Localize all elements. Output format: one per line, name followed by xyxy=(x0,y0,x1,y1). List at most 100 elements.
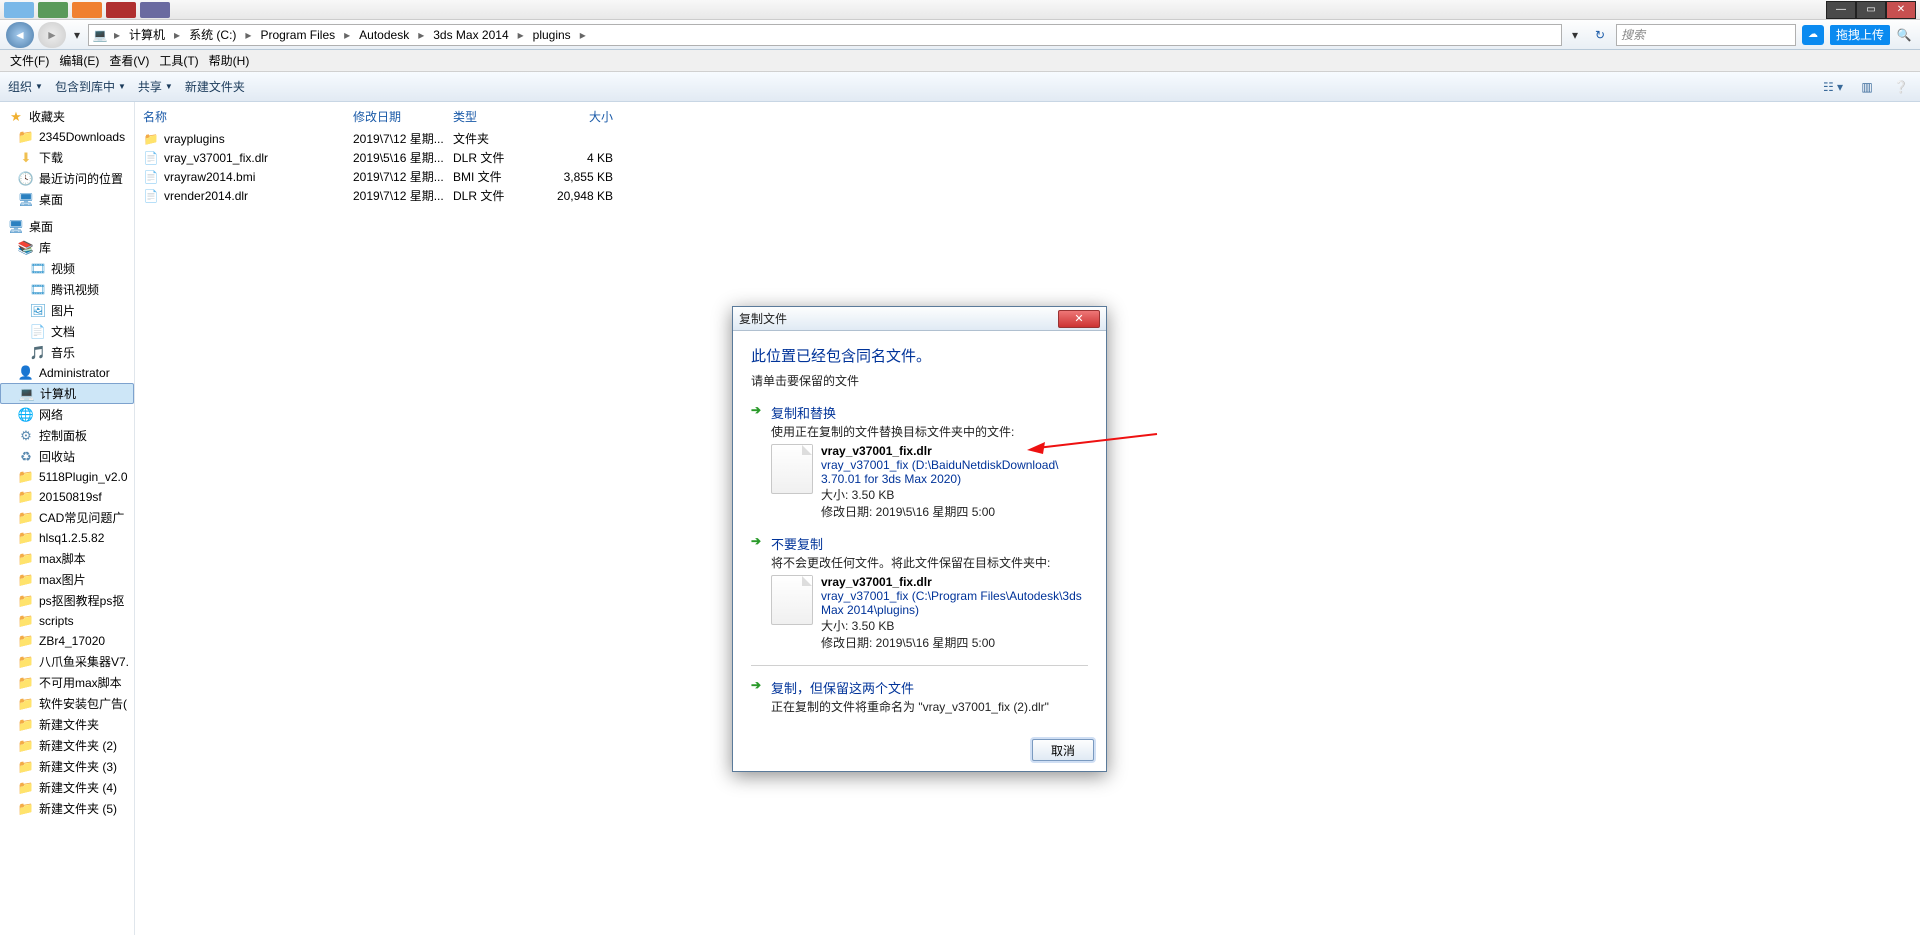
breadcrumb-separator-icon[interactable]: ▸ xyxy=(577,28,589,42)
close-button[interactable]: ✕ xyxy=(1886,1,1916,19)
taskbar-icon[interactable] xyxy=(140,2,170,18)
taskbar-icon[interactable] xyxy=(106,2,136,18)
back-button[interactable]: ◄ xyxy=(6,22,34,48)
breadcrumb-segment[interactable]: plugins xyxy=(527,25,577,45)
sidebar-item[interactable]: 新建文件夹 (2) xyxy=(0,735,134,756)
menu-file[interactable]: 文件(F) xyxy=(6,50,53,71)
breadcrumb-separator-icon[interactable]: ▸ xyxy=(242,28,254,42)
dialog-option-dont-copy[interactable]: ➔ 不要复制 将不会更改任何文件。将此文件保留在目标文件夹中: vray_v37… xyxy=(751,534,1088,651)
minimize-button[interactable]: — xyxy=(1826,1,1856,19)
sidebar-item[interactable]: ZBr4_17020 xyxy=(0,631,134,651)
dialog-titlebar[interactable]: 复制文件 ✕ xyxy=(733,307,1106,331)
sidebar-item[interactable]: 🖼图片 xyxy=(0,300,134,321)
breadcrumb-segment[interactable]: Program Files xyxy=(254,25,341,45)
breadcrumb-separator-icon[interactable]: ▸ xyxy=(171,28,183,42)
menu-help[interactable]: 帮助(H) xyxy=(205,50,254,71)
breadcrumb-separator-icon[interactable]: ▸ xyxy=(515,28,527,42)
sidebar-item[interactable]: 📄文档 xyxy=(0,321,134,342)
tool-organize[interactable]: 组织▼ xyxy=(8,78,43,95)
address-bar[interactable]: 💻 ▸ 计算机 ▸ 系统 (C:) ▸ Program Files ▸ Auto… xyxy=(88,24,1562,46)
menu-tools[interactable]: 工具(T) xyxy=(155,50,202,71)
sidebar-item[interactable]: 新建文件夹 (3) xyxy=(0,756,134,777)
forward-button[interactable]: ► xyxy=(38,22,66,48)
sidebar-network[interactable]: 网络 xyxy=(0,404,134,425)
tool-share[interactable]: 共享▼ xyxy=(138,78,173,95)
dialog-close-button[interactable]: ✕ xyxy=(1058,310,1100,328)
sidebar-favorites[interactable]: 收藏夹 xyxy=(0,106,134,127)
breadcrumb-segment[interactable]: 系统 (C:) xyxy=(183,25,242,45)
sidebar-item[interactable]: 20150819sf xyxy=(0,487,134,507)
tool-include-library[interactable]: 包含到库中▼ xyxy=(55,78,126,95)
sidebar-item[interactable]: CAD常见问题广 xyxy=(0,507,134,528)
search-input[interactable]: 搜索 xyxy=(1616,24,1796,46)
sidebar-recycle[interactable]: 回收站 xyxy=(0,446,134,467)
column-size[interactable]: 大小 xyxy=(543,108,613,125)
menu-view[interactable]: 查看(V) xyxy=(105,50,153,71)
search-placeholder: 搜索 xyxy=(1617,26,1649,43)
view-mode-icon[interactable]: ☷ ▾ xyxy=(1822,76,1844,98)
preview-pane-icon[interactable]: ▥ xyxy=(1856,76,1878,98)
download-icon xyxy=(18,150,34,166)
sidebar-libraries[interactable]: 库 xyxy=(0,237,134,258)
breadcrumb-separator-icon[interactable]: ▸ xyxy=(415,28,427,42)
sidebar-item[interactable]: 5118Plugin_v2.0 xyxy=(0,467,134,487)
sidebar-item[interactable]: 软件安装包广告( xyxy=(0,693,134,714)
breadcrumb-segment[interactable]: Autodesk xyxy=(353,25,415,45)
breadcrumb-segment[interactable]: 计算机 xyxy=(123,25,171,45)
cloud-icon[interactable]: ☁ xyxy=(1802,25,1824,45)
help-icon[interactable]: ❔ xyxy=(1890,76,1912,98)
sidebar-desktop[interactable]: 桌面 xyxy=(0,216,134,237)
folder-icon xyxy=(18,759,34,775)
column-name[interactable]: 名称 xyxy=(143,108,353,125)
sidebar-item[interactable]: 最近访问的位置 xyxy=(0,168,134,189)
refresh-button[interactable]: ↻ xyxy=(1588,28,1612,42)
maximize-button[interactable]: ▭ xyxy=(1856,1,1886,19)
sidebar-control-panel[interactable]: 控制面板 xyxy=(0,425,134,446)
upload-button[interactable]: 拖拽上传 xyxy=(1830,25,1890,45)
breadcrumb-separator-icon[interactable]: ▸ xyxy=(341,28,353,42)
sidebar-item[interactable]: max图片 xyxy=(0,569,134,590)
breadcrumb-separator-icon[interactable]: ▸ xyxy=(111,28,123,42)
sidebar-item[interactable]: 2345Downloads xyxy=(0,127,134,147)
history-dropdown-icon[interactable]: ▾ xyxy=(70,22,84,48)
column-date[interactable]: 修改日期 xyxy=(353,108,453,125)
sidebar-administrator[interactable]: Administrator xyxy=(0,363,134,383)
sidebar-item[interactable]: 新建文件夹 (4) xyxy=(0,777,134,798)
folder-icon xyxy=(18,489,34,505)
taskbar-icon[interactable] xyxy=(4,2,34,18)
taskbar-icon[interactable] xyxy=(72,2,102,18)
dialog-option-keep-both[interactable]: ➔ 复制，但保留这两个文件 正在复制的文件将重命名为 "vray_v37001_… xyxy=(751,678,1088,715)
sidebar-item[interactable]: 🎵音乐 xyxy=(0,342,134,363)
sidebar-item[interactable]: 🎞腾讯视频 xyxy=(0,279,134,300)
sidebar-item[interactable]: max脚本 xyxy=(0,548,134,569)
sidebar-item[interactable]: 🎞视频 xyxy=(0,258,134,279)
arrow-icon: ➔ xyxy=(751,534,763,651)
cancel-button[interactable]: 取消 xyxy=(1032,739,1094,761)
user-icon xyxy=(18,365,34,381)
sidebar-item[interactable]: 新建文件夹 xyxy=(0,714,134,735)
file-row[interactable]: vrender2014.dlr2019\7\12 星期...DLR 文件20,9… xyxy=(135,186,1920,205)
sidebar-item[interactable]: 新建文件夹 (5) xyxy=(0,798,134,819)
sidebar-item[interactable]: 桌面 xyxy=(0,189,134,210)
sidebar-item[interactable]: 下载 xyxy=(0,147,134,168)
column-type[interactable]: 类型 xyxy=(453,108,543,125)
column-headers[interactable]: 名称 修改日期 类型 大小 xyxy=(135,102,1920,129)
file-icon xyxy=(771,444,813,494)
sidebar-item[interactable]: scripts xyxy=(0,611,134,631)
file-row[interactable]: vray_v37001_fix.dlr2019\5\16 星期...DLR 文件… xyxy=(135,148,1920,167)
sidebar-item[interactable]: hlsq1.2.5.82 xyxy=(0,528,134,548)
sidebar-item[interactable]: ps抠图教程ps抠 xyxy=(0,590,134,611)
file-row[interactable]: vrayplugins2019\7\12 星期...文件夹 xyxy=(135,129,1920,148)
sidebar-item[interactable]: 八爪鱼采集器V7. xyxy=(0,651,134,672)
menu-edit[interactable]: 编辑(E) xyxy=(55,50,103,71)
breadcrumb-segment[interactable]: 3ds Max 2014 xyxy=(427,25,514,45)
search-icon[interactable]: 🔍 xyxy=(1894,28,1914,42)
file-row[interactable]: vrayraw2014.bmi2019\7\12 星期...BMI 文件3,85… xyxy=(135,167,1920,186)
tool-new-folder[interactable]: 新建文件夹 xyxy=(185,78,245,95)
taskbar-icon[interactable] xyxy=(38,2,68,18)
sidebar-computer[interactable]: 计算机 xyxy=(0,383,134,404)
dialog-title: 复制文件 xyxy=(739,310,787,327)
address-dropdown-icon[interactable]: ▾ xyxy=(1566,28,1584,42)
sidebar-item[interactable]: 不可用max脚本 xyxy=(0,672,134,693)
dialog-option-copy-replace[interactable]: ➔ 复制和替换 使用正在复制的文件替换目标文件夹中的文件: vray_v3700… xyxy=(751,403,1088,520)
